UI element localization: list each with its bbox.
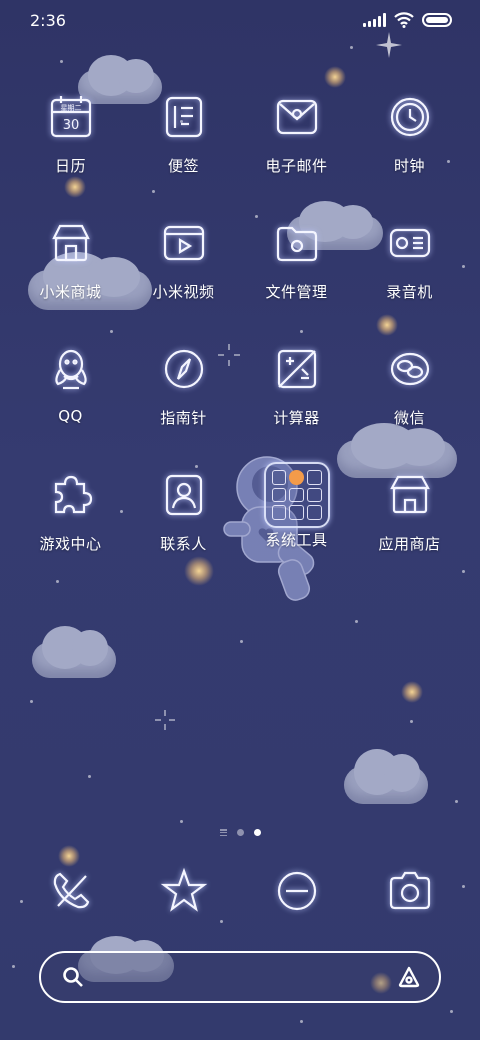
app-contacts[interactable]: 联系人 — [127, 466, 240, 592]
app-label: 日历 — [54, 157, 86, 175]
app-recorder[interactable]: 录音机 — [353, 214, 466, 340]
messages-icon[interactable] — [155, 862, 213, 920]
app-wechat[interactable]: 微信 — [353, 340, 466, 466]
app-grid: 星期二 30 日历 便签 电子邮件 时钟 小米商城 小米视频 文件管理 录音机 … — [14, 88, 466, 592]
battery-icon — [422, 13, 452, 27]
app-label: 微信 — [393, 409, 425, 427]
camera-icon[interactable] — [381, 862, 439, 920]
page-dot-active[interactable] — [253, 829, 261, 836]
app-compass[interactable]: 指南针 — [127, 340, 240, 466]
app-store-icon — [381, 466, 439, 524]
folder-icon — [268, 214, 326, 272]
app-notes[interactable]: 便签 — [127, 88, 240, 214]
app-label: 录音机 — [386, 283, 433, 301]
qq-icon — [42, 340, 100, 398]
wechat-icon — [381, 340, 439, 398]
video-icon — [155, 214, 213, 272]
app-mi-store[interactable]: 小米商城 — [14, 214, 127, 340]
app-label: 应用商店 — [378, 535, 441, 553]
app-label: 时钟 — [393, 157, 425, 175]
page-indicator[interactable] — [0, 829, 480, 836]
store-icon — [42, 214, 100, 272]
page-dot[interactable] — [236, 829, 244, 836]
search-icon[interactable] — [61, 965, 85, 989]
assistant-icon[interactable] — [397, 965, 421, 989]
page-indicator-feed[interactable] — [219, 829, 227, 836]
app-qq[interactable]: QQ — [14, 340, 127, 466]
recorder-icon — [381, 214, 439, 272]
folder-system-tools[interactable]: 系统工具 — [240, 462, 353, 592]
app-calendar[interactable]: 星期二 30 日历 — [14, 88, 127, 214]
browser-icon[interactable] — [268, 862, 326, 920]
app-label: 联系人 — [160, 535, 207, 553]
phone-icon[interactable] — [42, 862, 100, 920]
app-label: 小米商城 — [39, 283, 102, 301]
app-label: 指南针 — [160, 409, 207, 427]
search-input[interactable] — [95, 968, 387, 986]
app-calculator[interactable]: 计算器 — [240, 340, 353, 466]
dock — [14, 862, 466, 920]
calendar-weekday: 星期二 — [60, 104, 81, 112]
app-clock[interactable]: 时钟 — [353, 88, 466, 214]
app-email[interactable]: 电子邮件 — [240, 88, 353, 214]
app-label: 便签 — [167, 157, 199, 175]
app-label: 文件管理 — [265, 283, 328, 301]
calendar-day: 30 — [62, 118, 79, 133]
app-label: 系统工具 — [265, 531, 328, 549]
status-time: 2:36 — [30, 10, 66, 30]
puzzle-icon — [42, 466, 100, 524]
app-label: 小米视频 — [152, 283, 215, 301]
calendar-icon: 星期二 30 — [42, 88, 100, 146]
app-label: 电子邮件 — [265, 157, 328, 175]
calculator-icon — [268, 340, 326, 398]
app-app-store[interactable]: 应用商店 — [353, 466, 466, 592]
app-label: QQ — [58, 407, 83, 425]
app-game-center[interactable]: 游戏中心 — [14, 466, 127, 592]
app-label: 计算器 — [273, 409, 320, 427]
notes-icon — [155, 88, 213, 146]
compass-icon — [155, 340, 213, 398]
signal-icon — [363, 13, 386, 27]
contacts-icon — [155, 466, 213, 524]
app-mi-video[interactable]: 小米视频 — [127, 214, 240, 340]
app-label: 游戏中心 — [39, 535, 102, 553]
search-bar[interactable] — [39, 951, 441, 1003]
wifi-icon — [394, 12, 414, 28]
mail-icon — [268, 88, 326, 146]
status-bar: 2:36 — [0, 0, 480, 40]
app-file-manager[interactable]: 文件管理 — [240, 214, 353, 340]
folder-tools-icon — [263, 462, 330, 528]
clock-icon — [381, 88, 439, 146]
